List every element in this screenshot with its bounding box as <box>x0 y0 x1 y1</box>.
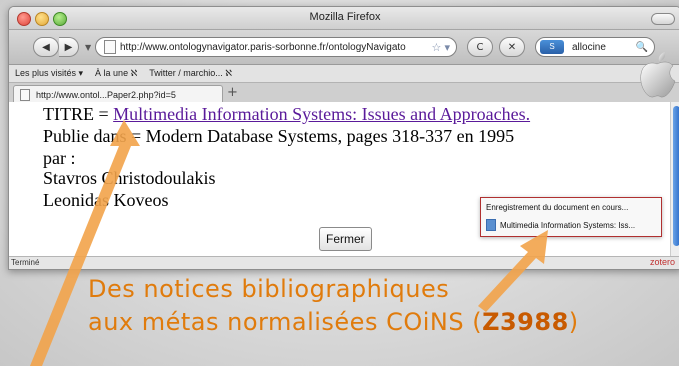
history-dropdown-icon[interactable]: ▼ <box>85 43 91 52</box>
reload-button[interactable]: C <box>467 37 493 57</box>
popup-item-label: Multimedia Information Systems: Iss... <box>500 220 636 230</box>
publie-line: Publie dans = Modern Database Systems, p… <box>43 126 515 146</box>
caption-line-2-prefix: aux métas normalisées COiNS ( <box>88 308 483 336</box>
document-icon <box>486 219 496 231</box>
bookmark-twitter[interactable]: Twitter / marchio... ℵ <box>149 68 232 79</box>
vertical-scrollbar[interactable] <box>670 102 679 257</box>
window-title: Mozilla Firefox <box>309 11 381 23</box>
search-engine-icon[interactable]: S <box>540 40 564 54</box>
zotero-status-icon[interactable]: zotero <box>650 257 675 267</box>
tab-label: http://www.ontol...Paper2.php?id=5 <box>36 89 176 100</box>
apple-logo-icon <box>640 52 676 98</box>
reload-icon: C <box>476 41 484 53</box>
popup-item: Multimedia Information Systems: Iss... <box>486 219 635 231</box>
caption-line-2-suffix: ) <box>568 308 579 336</box>
tab-bar: http://www.ontol...Paper2.php?id=5 + <box>9 83 679 104</box>
search-input[interactable]: allocine <box>572 42 636 53</box>
bookmarks-bar: Les plus visités ▾ À la une ℵ Twitter / … <box>9 65 679 83</box>
bookmark-most-visited[interactable]: Les plus visités ▾ <box>15 68 83 79</box>
forward-button[interactable]: ▶ <box>59 37 79 57</box>
titre-line: TITRE = Multimedia Information Systems: … <box>43 104 530 125</box>
navigation-toolbar: ◀ ▶ ▼ http://www.ontologynavigator.paris… <box>9 30 679 65</box>
status-bar: Terminé zotero <box>9 256 679 269</box>
page-icon <box>104 40 116 54</box>
back-arrow-icon: ◀ <box>42 41 50 53</box>
popup-title: Enregistrement du document en cours... <box>486 203 629 212</box>
title-bar: Mozilla Firefox <box>9 7 679 30</box>
titre-label: TITRE = <box>43 104 114 124</box>
caption-line-2: aux métas normalisées COiNS (Z3988) <box>88 308 579 336</box>
titre-link[interactable]: Multimedia Information Systems: Issues a… <box>113 104 530 124</box>
author-2: Leonidas Koveos <box>43 190 169 210</box>
bookmark-headlines[interactable]: À la une ℵ <box>95 68 137 79</box>
status-text: Terminé <box>11 258 40 267</box>
new-tab-button[interactable]: + <box>227 85 238 100</box>
toolbar-toggle-button[interactable] <box>651 13 675 25</box>
url-bar[interactable]: http://www.ontologynavigator.paris-sorbo… <box>95 37 457 57</box>
tab-active[interactable]: http://www.ontol...Paper2.php?id=5 <box>13 85 223 103</box>
scrollbar-thumb[interactable] <box>673 106 679 246</box>
caption-code: Z3988 <box>482 308 569 336</box>
tab-page-icon <box>20 88 30 101</box>
caption-line-1: Des notices bibliographiques <box>88 275 450 303</box>
zotero-save-popup: Enregistrement du document en cours... M… <box>480 197 662 237</box>
back-button[interactable]: ◀ <box>33 37 59 57</box>
forward-arrow-icon: ▶ <box>64 41 73 53</box>
bookmark-star-icon[interactable]: ☆ ▾ <box>432 41 450 54</box>
par-label: par : <box>43 148 76 168</box>
stop-icon: ✕ <box>507 41 517 53</box>
fermer-button[interactable]: Fermer <box>319 227 372 251</box>
url-text[interactable]: http://www.ontologynavigator.paris-sorbo… <box>120 42 426 53</box>
stop-button[interactable]: ✕ <box>499 37 525 57</box>
author-1: Stavros Christodoulakis <box>43 168 216 188</box>
